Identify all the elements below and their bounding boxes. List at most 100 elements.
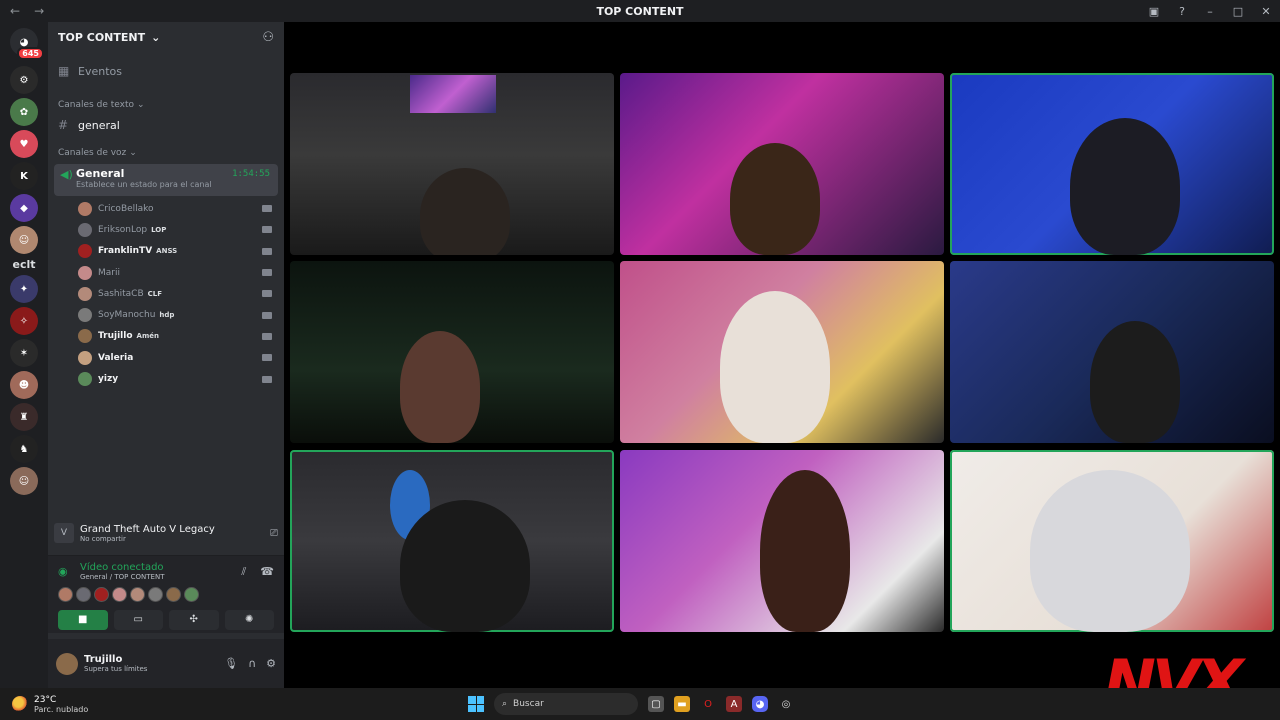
server-icon[interactable]: ♥ (10, 130, 38, 158)
maximize-icon[interactable]: □ (1224, 5, 1252, 18)
server-icon[interactable]: ♜ (10, 403, 38, 431)
mention-badge: 645 (17, 47, 44, 60)
events-item[interactable]: ▦ Eventos (48, 60, 284, 82)
voice-member[interactable]: FranklinTV ANSS (48, 241, 284, 262)
windows-start-icon[interactable] (468, 696, 484, 712)
voice-category[interactable]: Canales de voz ⌄ (48, 144, 284, 162)
video-tile[interactable] (290, 261, 614, 443)
server-icon[interactable]: ☺ (10, 467, 38, 495)
avatar (78, 329, 92, 344)
guild-header[interactable]: TOP CONTENT ⌄ ⚇ (48, 22, 284, 52)
avatar[interactable] (184, 587, 199, 602)
avatar[interactable] (112, 587, 127, 602)
avatar[interactable] (94, 587, 109, 602)
window-title: TOP CONTENT (596, 4, 684, 18)
server-icon[interactable]: ♞ (10, 435, 38, 463)
voice-member[interactable]: yizy (48, 368, 284, 389)
obs-icon[interactable]: ◎ (778, 696, 794, 712)
app-icon[interactable]: A (726, 696, 742, 712)
minimize-icon[interactable]: – (1196, 5, 1224, 18)
video-tile-speaking[interactable] (290, 450, 614, 632)
voice-member[interactable]: Trujillo Amén (48, 326, 284, 347)
activity-panel: V Grand Theft Auto V Legacy No compartir… (54, 515, 278, 551)
taskbar-search[interactable]: ⌕ Buscar (494, 693, 638, 715)
inbox-icon[interactable]: ▣ (1140, 5, 1168, 18)
discord-taskbar-icon[interactable]: ◕ (752, 696, 768, 712)
server-icon[interactable]: ✶ (10, 339, 38, 367)
avatar[interactable] (58, 587, 73, 602)
back-arrow-icon[interactable]: ← (10, 4, 20, 18)
server-rail: ◕ 645 ⚙ ✿ ♥ K ◆ ☺ eclt ✦ ✧ ✶ ☻ ♜ ♞ ☺ (0, 22, 48, 688)
voice-member[interactable]: EriksonLop LOP (48, 219, 284, 240)
server-icon[interactable]: ◆ (10, 194, 38, 222)
file-explorer-icon[interactable]: ▬ (674, 696, 690, 712)
video-tile[interactable] (290, 73, 614, 255)
headphones-icon[interactable]: ∩ (248, 657, 256, 670)
title-bar: ← → TOP CONTENT ▣ ? – □ ✕ (0, 0, 1280, 22)
video-tile-speaking[interactable] (950, 73, 1274, 255)
soundboard-button[interactable]: ✺ (224, 610, 274, 630)
close-icon[interactable]: ✕ (1252, 5, 1280, 18)
video-tile[interactable] (620, 450, 944, 632)
server-icon[interactable]: ☻ (10, 371, 38, 399)
server-icon[interactable]: ✦ (10, 275, 38, 303)
avatar (78, 201, 92, 216)
member-name: SoyManochu (98, 310, 156, 321)
avatar[interactable] (76, 587, 91, 602)
task-view-icon[interactable]: ▢ (648, 696, 664, 712)
member-name: FranklinTV (98, 246, 153, 257)
guild-name: TOP CONTENT (58, 30, 146, 44)
voice-member[interactable]: SashitaCB CLF (48, 283, 284, 304)
avatar[interactable] (56, 652, 78, 675)
settings-gear-icon[interactable]: ⚙ (266, 657, 276, 670)
server-icon[interactable]: K (10, 162, 38, 190)
server-icon[interactable]: ✧ (10, 307, 38, 335)
user-panel: Trujillo Supera tus límites 🎙︎ ∩ ⚙ (48, 639, 284, 688)
voice-member[interactable]: SoyManochu hdp (48, 304, 284, 325)
user-status: Supera tus límites (84, 665, 148, 673)
weather-widget[interactable]: 23°C Parc. nublado (0, 695, 200, 714)
camera-on-icon (262, 247, 272, 255)
microphone-icon[interactable]: 🎙︎ (224, 657, 238, 670)
add-member-icon[interactable]: ⚇ (262, 30, 274, 45)
game-name: Grand Theft Auto V Legacy (80, 523, 215, 535)
server-icon[interactable]: ✿ (10, 98, 38, 126)
camera-button[interactable]: ■ (58, 610, 108, 630)
video-tile[interactable] (620, 261, 944, 443)
server-icon[interactable]: ☺ (10, 226, 38, 254)
temperature: 23°C (34, 694, 57, 705)
participant-video (720, 291, 830, 443)
noise-suppression-icon[interactable]: ⫽ (241, 565, 246, 579)
video-tile[interactable] (620, 73, 944, 255)
voice-connection-panel: ◉ Vídeo conectado General / TOP CONTENT … (48, 555, 284, 633)
voice-member[interactable]: Marii (48, 262, 284, 283)
channel-status[interactable]: Establece un estado para el canal (76, 180, 272, 189)
server-text-icon[interactable]: eclt (8, 258, 40, 271)
avatar[interactable] (166, 587, 181, 602)
voice-member[interactable]: Valeria (48, 347, 284, 368)
voice-location[interactable]: General / TOP CONTENT (80, 573, 164, 581)
activities-button[interactable]: ✣ (169, 610, 219, 630)
video-tile[interactable] (950, 261, 1274, 443)
screen-share-button[interactable]: ▭ (113, 610, 163, 630)
camera-on-icon (262, 311, 272, 319)
avatar[interactable] (148, 587, 163, 602)
home-button[interactable]: ◕ 645 (10, 28, 44, 60)
forward-arrow-icon[interactable]: → (34, 4, 44, 18)
channel-general-text[interactable]: # general (48, 114, 284, 136)
member-tag: CLF (147, 289, 163, 298)
opera-icon[interactable]: O (700, 696, 716, 712)
voice-channel-general[interactable]: ◀) General 1:54:55 Establece un estado p… (54, 164, 278, 196)
voice-member-list: CricoBellako EriksonLop LOP FranklinTV ANSS M… (48, 198, 284, 390)
share-screen-icon[interactable]: ⎚ (270, 528, 278, 539)
disconnect-icon[interactable]: ☎ (260, 565, 274, 579)
help-icon[interactable]: ? (1168, 5, 1196, 18)
avatar (78, 222, 92, 237)
channel-sidebar: TOP CONTENT ⌄ ⚇ ▦ Eventos Canales de tex… (48, 22, 284, 688)
voice-member[interactable]: CricoBellako (48, 198, 284, 219)
avatar[interactable] (130, 587, 145, 602)
text-category[interactable]: Canales de texto ⌄ (48, 96, 284, 114)
server-icon[interactable]: ⚙ (10, 66, 38, 94)
signal-icon[interactable]: ◉ (58, 565, 80, 578)
video-tile-speaking[interactable] (950, 450, 1274, 632)
